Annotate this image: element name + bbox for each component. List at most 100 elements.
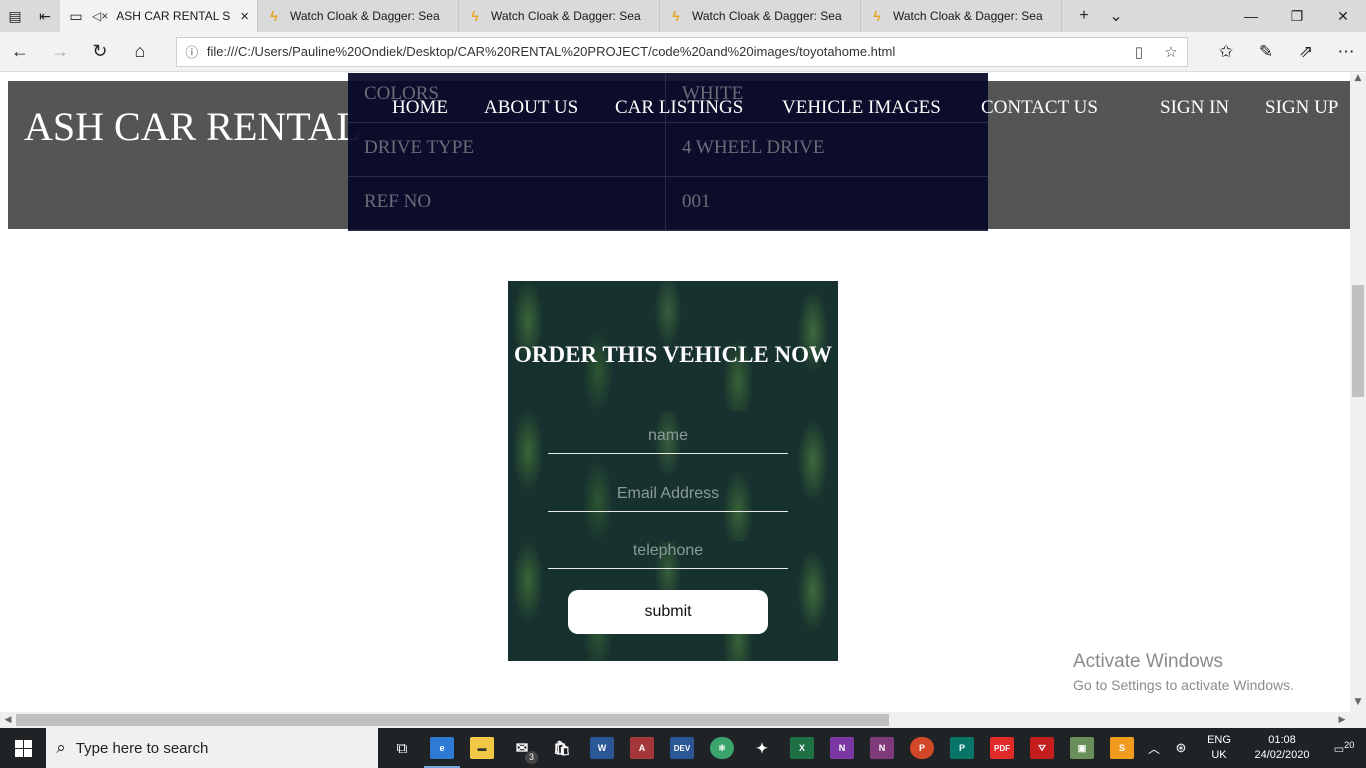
bolt-icon: ϟ (873, 8, 881, 24)
tab-preview-chevron-icon[interactable]: ⌄ (1100, 6, 1132, 26)
email-field[interactable] (548, 476, 788, 512)
mail-app-icon[interactable]: ✉ 3 (502, 728, 542, 768)
lang-code: ENG (1207, 734, 1231, 746)
onenote-2016-app-icon[interactable]: N (862, 728, 902, 768)
clock-time: 01:08 (1268, 734, 1296, 746)
browser-tab[interactable]: ϟ Watch Cloak & Dagger: Sea (258, 0, 459, 32)
new-tab-icon[interactable]: + (1068, 7, 1100, 25)
scrollbar-corner (1350, 712, 1366, 728)
name-field[interactable] (548, 418, 788, 454)
powerpoint-app-icon[interactable]: P (902, 728, 942, 768)
set-aside-tabs-icon[interactable]: ⇤ (30, 0, 60, 32)
store-app-icon[interactable]: 🛍 (542, 728, 582, 768)
scroll-left-icon[interactable]: ◀ (0, 712, 16, 728)
sublime-text-icon[interactable]: S (1102, 728, 1142, 768)
task-view-icon[interactable]: ⧉ (382, 728, 422, 768)
telephone-field[interactable] (548, 533, 788, 569)
acrobat-app-icon[interactable]: ⛛ (1022, 728, 1062, 768)
tab-title: ASH CAR RENTAL S (116, 9, 231, 23)
vertical-scrollbar[interactable]: ▲ ▼ (1350, 73, 1366, 713)
page-viewport: ASH CAR RENTAL COLORS WHITE DRIVE TYPE 4… (0, 73, 1350, 713)
scroll-right-icon[interactable]: ▶ (1334, 712, 1350, 728)
spec-label: REF NO (364, 191, 432, 212)
bolt-icon: ϟ (471, 8, 479, 24)
excel-app-icon[interactable]: X (782, 728, 822, 768)
activate-windows-watermark: Activate Windows Go to Settings to activ… (1073, 651, 1294, 693)
nav-car-listings[interactable]: CAR LISTINGS (615, 97, 743, 119)
nav-home[interactable]: HOME (392, 97, 448, 119)
clock[interactable]: 01:08 24/02/2020 (1242, 733, 1322, 763)
atom-app-icon[interactable]: ⚛ (702, 728, 742, 768)
android-emulator-icon[interactable]: ▣ (1062, 728, 1102, 768)
browser-tab[interactable]: ϟ Watch Cloak & Dagger: Sea (660, 0, 861, 32)
devc-app-icon[interactable]: DEV (662, 728, 702, 768)
back-arrow-icon[interactable]: ← (0, 32, 40, 72)
browser-tab-strip: ▤ ⇤ ▭ ◁× ASH CAR RENTAL S × ϟ Watch Cloa… (0, 0, 1366, 32)
more-icon[interactable]: ⋯ (1326, 42, 1366, 62)
watermark-subtitle: Go to Settings to activate Windows. (1073, 677, 1294, 693)
nav-contact-us[interactable]: CONTACT US (981, 97, 1098, 119)
submit-button[interactable]: submit (568, 590, 768, 634)
publisher-app-icon[interactable]: P (942, 728, 982, 768)
spec-value: 001 (682, 191, 711, 212)
pen-icon[interactable]: ✎ (1246, 42, 1286, 62)
nav-vehicle-images[interactable]: VEHICLE IMAGES (782, 97, 941, 119)
inkscape-app-icon[interactable]: ✦ (742, 728, 782, 768)
mail-badge: 3 (525, 751, 538, 764)
vertical-scroll-thumb[interactable] (1352, 285, 1364, 397)
notification-count: 20 (1344, 740, 1355, 751)
close-tab-icon[interactable]: × (240, 8, 249, 25)
address-url[interactable]: file:///C:/Users/Pauline%20Ondiek/Deskto… (207, 44, 1123, 59)
favorite-star-icon[interactable]: ☆ (1155, 43, 1187, 61)
nav-sign-in[interactable]: SIGN IN (1160, 97, 1229, 119)
windows-taskbar: ⌕ Type here to search ⧉ e ▬ ✉ 3 🛍 W A DEV… (0, 728, 1366, 768)
horizontal-scrollbar[interactable]: ◀ ▶ (0, 712, 1350, 728)
search-placeholder: Type here to search (75, 739, 209, 757)
taskbar-search-box[interactable]: ⌕ Type here to search (46, 728, 378, 768)
word-app-icon[interactable]: W (582, 728, 622, 768)
file-explorer-icon[interactable]: ▬ (462, 728, 502, 768)
scroll-down-icon[interactable]: ▼ (1350, 697, 1366, 713)
address-bar[interactable]: ⓘ file:///C:/Users/Pauline%20Ondiek/Desk… (175, 36, 1189, 67)
tab-title: Watch Cloak & Dagger: Sea (491, 9, 641, 23)
order-form: ORDER THIS VEHICLE NOW submit (508, 281, 838, 661)
watermark-title: Activate Windows (1073, 651, 1223, 672)
browser-tab[interactable]: ϟ Watch Cloak & Dagger: Sea (459, 0, 660, 32)
order-form-title: ORDER THIS VEHICLE NOW (513, 342, 833, 367)
tab-title: Watch Cloak & Dagger: Sea (692, 9, 842, 23)
start-button[interactable] (0, 728, 46, 768)
edge-app-icon[interactable]: e (422, 728, 462, 768)
tab-title: Watch Cloak & Dagger: Sea (893, 9, 1043, 23)
tab-title: Watch Cloak & Dagger: Sea (290, 9, 440, 23)
forward-arrow-icon[interactable]: → (40, 32, 80, 72)
tab-manager-icon[interactable]: ▤ (0, 0, 30, 32)
info-icon[interactable]: ⓘ (177, 42, 207, 61)
site-logo[interactable]: ASH CAR RENTAL (24, 103, 361, 150)
onenote-app-icon[interactable]: N (822, 728, 862, 768)
scroll-up-icon[interactable]: ▲ (1350, 73, 1366, 89)
close-window-icon[interactable]: ✕ (1320, 0, 1366, 32)
mute-icon[interactable]: ◁× (92, 9, 108, 23)
nav-sign-up[interactable]: SIGN UP (1265, 97, 1338, 119)
show-hidden-icons-chevron[interactable]: ︿ (1142, 740, 1166, 757)
windows-logo-icon (14, 739, 32, 757)
horizontal-scroll-thumb[interactable] (16, 714, 889, 726)
language-indicator[interactable]: ENG UK (1196, 733, 1242, 763)
reading-view-icon[interactable]: ▯ (1123, 43, 1155, 61)
bolt-icon: ϟ (672, 8, 680, 24)
network-icon[interactable]: ⊛ (1166, 740, 1196, 756)
pdf-app-icon[interactable]: PDF (982, 728, 1022, 768)
nav-about-us[interactable]: ABOUT US (484, 97, 578, 119)
browser-tab-active[interactable]: ▭ ◁× ASH CAR RENTAL S × (60, 0, 258, 32)
action-center-icon[interactable]: ▭20 (1322, 740, 1366, 756)
access-app-icon[interactable]: A (622, 728, 662, 768)
refresh-icon[interactable]: ↻ (80, 32, 120, 72)
browser-toolbar: ← → ↻ ⌂ ⓘ file:///C:/Users/Pauline%20Ond… (0, 32, 1366, 72)
browser-tab[interactable]: ϟ Watch Cloak & Dagger: Sea (861, 0, 1062, 32)
restore-icon[interactable]: ❐ (1274, 0, 1320, 32)
bolt-icon: ϟ (270, 8, 278, 24)
home-icon[interactable]: ⌂ (120, 32, 160, 72)
minimize-icon[interactable]: — (1228, 0, 1274, 32)
favorites-list-icon[interactable]: ✩ (1206, 42, 1246, 62)
share-icon[interactable]: ⇗ (1286, 42, 1326, 62)
